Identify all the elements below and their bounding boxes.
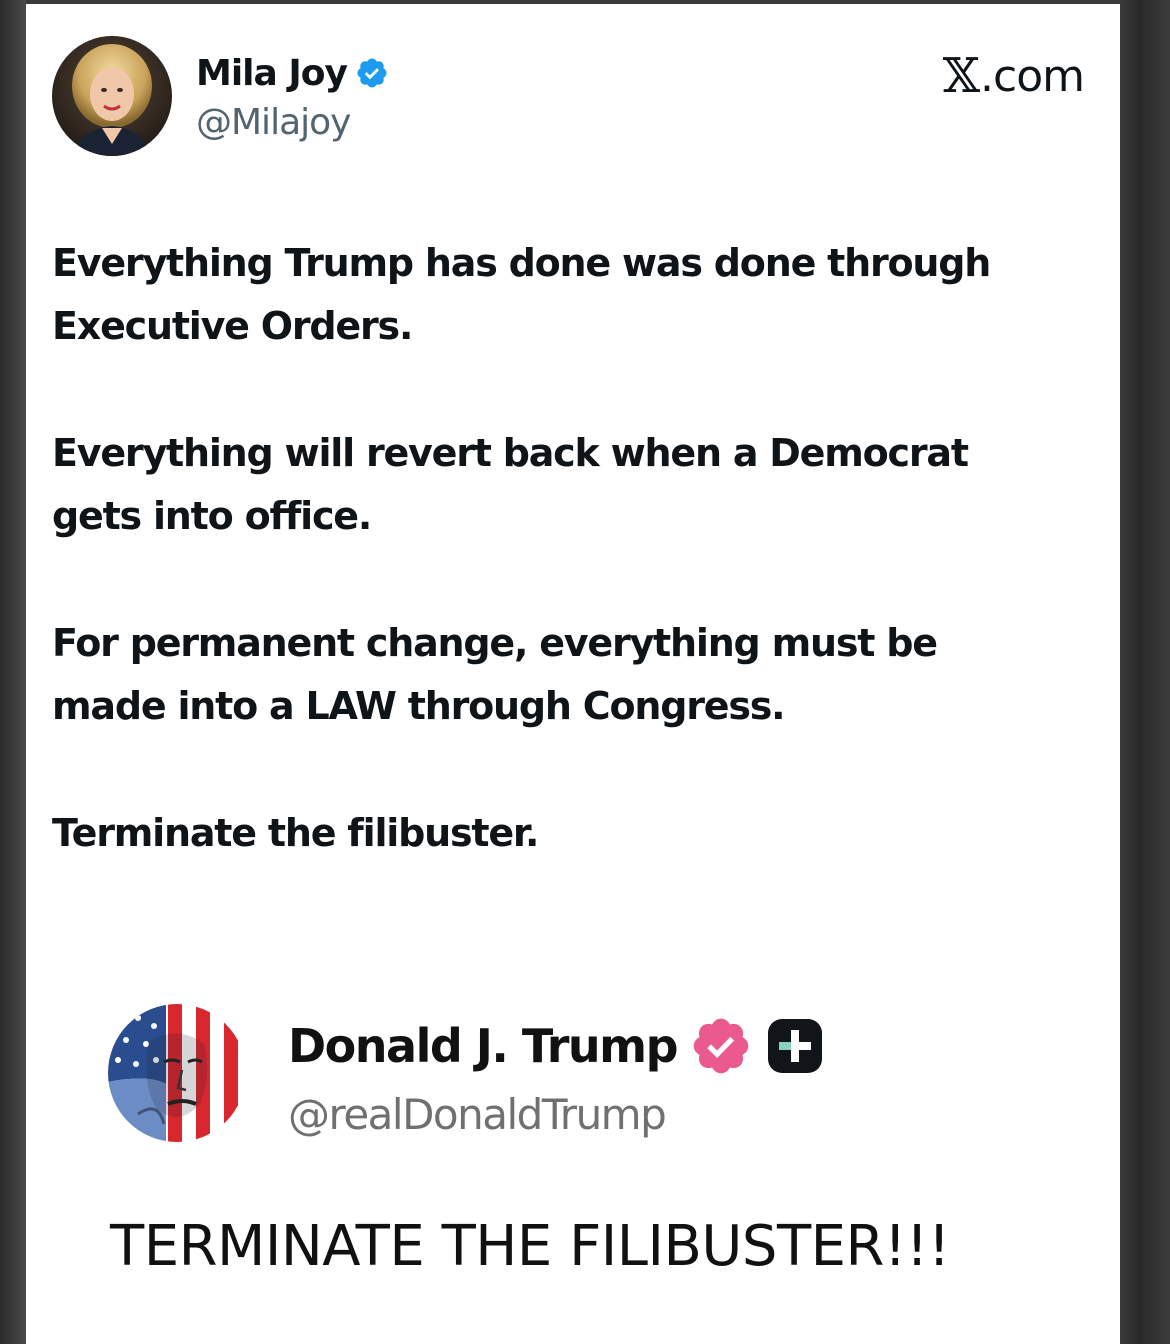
woman-portrait-icon — [52, 36, 172, 156]
quoted-author-avatar[interactable] — [108, 1004, 246, 1142]
post-paragraph-2: Everything will revert back when a Democ… — [52, 431, 969, 538]
post-paragraph-3: For permanent change, everything must be… — [52, 621, 938, 728]
plus-badge-icon — [765, 1016, 825, 1076]
post-card: Mila Joy @Milajoy 𝕏 .com Everything Trump… — [26, 4, 1120, 1344]
author-avatar[interactable] — [52, 36, 172, 156]
verified-badge-icon — [689, 1014, 753, 1078]
quoted-author-name[interactable]: Donald J. Trump — [288, 1019, 679, 1073]
american-flag-portrait-icon — [108, 1004, 246, 1142]
quoted-author-name-row: Donald J. Trump — [288, 1016, 825, 1076]
verified-badge-icon — [355, 56, 389, 90]
post-paragraph-4: Terminate the filibuster. — [52, 811, 539, 855]
site-label: 𝕏 .com — [942, 48, 1085, 104]
post-paragraph-1: Everything Trump has done was done throu… — [52, 241, 991, 348]
right-frame-edge — [1120, 0, 1170, 1344]
quoted-author-handle[interactable]: @realDonaldTrump — [288, 1090, 667, 1139]
author-name[interactable]: Mila Joy — [196, 53, 348, 94]
left-frame-edge — [0, 0, 26, 1344]
quoted-post-body: TERMINATE THE FILIBUSTER!!! — [110, 1214, 950, 1279]
site-domain: .com — [980, 50, 1085, 102]
author-name-row: Mila Joy — [196, 48, 389, 98]
post-body: Everything Trump has done was done throu… — [52, 232, 1102, 929]
author-handle[interactable]: @Milajoy — [196, 102, 351, 143]
x-logo-icon: 𝕏 — [942, 48, 980, 104]
